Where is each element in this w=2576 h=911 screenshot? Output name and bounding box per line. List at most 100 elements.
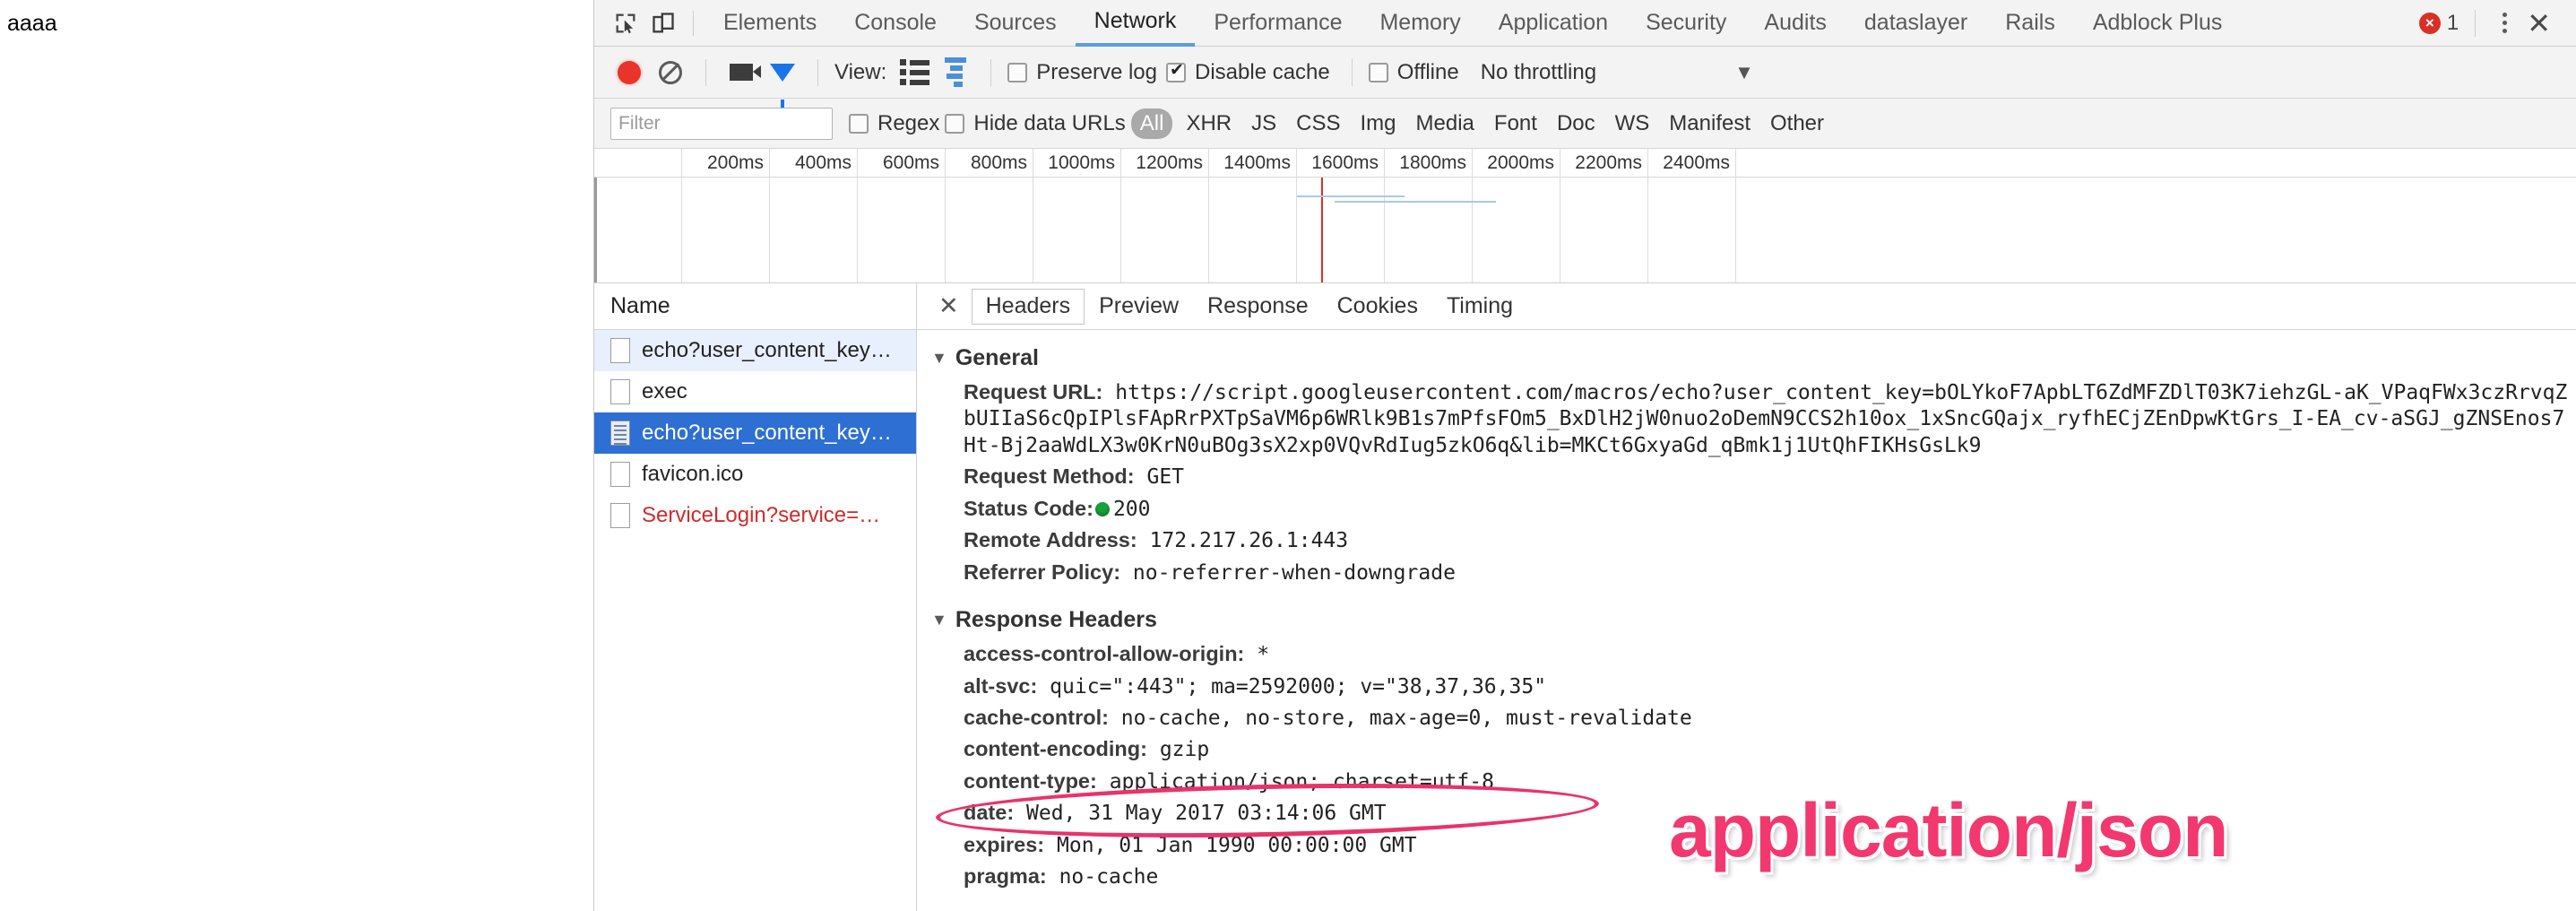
tabstrip-divider: [693, 10, 694, 36]
page-background-text: aaaa: [7, 11, 57, 36]
throttling-select-value[interactable]: No throttling: [1481, 60, 1596, 85]
tab-rails[interactable]: Rails: [1986, 0, 2074, 47]
filter-type-css[interactable]: CSS: [1286, 109, 1350, 138]
tab-audits[interactable]: Audits: [1745, 0, 1845, 47]
filter-type-font[interactable]: Font: [1484, 109, 1547, 138]
tick-label: 400ms: [794, 152, 851, 173]
list-view-icon[interactable]: [895, 54, 933, 91]
tick-label: 2000ms: [1487, 152, 1554, 173]
response-header-row-date: date: Wed, 31 May 2017 03:14:06 GMT: [917, 797, 2576, 829]
filter-type-doc[interactable]: Doc: [1547, 109, 1605, 138]
request-row-4[interactable]: favicon.ico: [594, 454, 916, 495]
blank-file-icon: [610, 379, 630, 404]
tab-dataslayer[interactable]: dataslayer: [1846, 0, 1986, 47]
request-name: echo?user_content_key…: [642, 421, 892, 445]
tab-label: Sources: [973, 10, 1057, 35]
filter-type-js[interactable]: JS: [1241, 109, 1286, 138]
response-header-row-access-control-allow-origin: access-control-allow-origin: *: [917, 638, 2576, 670]
header-name: date:: [964, 801, 1015, 825]
header-value: application/json; charset=utf-8: [1109, 769, 1494, 794]
waterfall-view-icon[interactable]: [937, 54, 974, 91]
tab-adblock-plus[interactable]: Adblock Plus: [2074, 0, 2242, 47]
devtools-window: Elements Console Sources Network Perform…: [593, 0, 2576, 911]
offline-checkbox[interactable]: Offline: [1368, 60, 1459, 85]
blank-file-icon: [610, 462, 630, 487]
overview-ticks: 200ms 400ms 600ms 800ms 1000ms 1200ms 14…: [594, 149, 2576, 282]
disable-cache-checkbox[interactable]: Disable cache: [1166, 60, 1330, 85]
header-name: alt-svc:: [964, 673, 1038, 698]
request-list-column-header[interactable]: Name: [594, 283, 916, 330]
request-name: favicon.ico: [642, 462, 744, 486]
tab-label: Adblock Plus: [2092, 10, 2223, 35]
tab-console[interactable]: Console: [835, 0, 955, 47]
tab-security[interactable]: Security: [1627, 0, 1745, 47]
dom-content-loaded-marker: [1321, 178, 1323, 282]
header-name: content-type:: [964, 768, 1097, 793]
checkbox-box: [1007, 62, 1028, 82]
close-icon[interactable]: ✕: [926, 294, 972, 318]
tick-label: 600ms: [882, 152, 939, 173]
checkbox-box: [849, 113, 869, 134]
details-tab-label: Headers: [985, 293, 1071, 318]
more-vertical-icon[interactable]: [2492, 7, 2518, 39]
details-tab-label: Preview: [1099, 293, 1180, 318]
error-icon: ×: [2418, 12, 2441, 34]
tabstrip-right-controls: × 1 ✕: [2418, 7, 2576, 39]
filter-type-ws[interactable]: WS: [1605, 109, 1660, 138]
details-tab-preview[interactable]: Preview: [1085, 289, 1193, 325]
network-main-split: Name echo?user_content_key… exec echo?us…: [594, 283, 2576, 911]
details-tab-response[interactable]: Response: [1193, 289, 1323, 325]
toolbar-divider-3: [990, 58, 992, 86]
tab-application[interactable]: Application: [1480, 0, 1627, 47]
header-value: quic=":443"; ma=2592000; v="38,37,36,35": [1050, 674, 1547, 698]
clear-button[interactable]: [652, 54, 689, 91]
chevron-down-icon[interactable]: ▼: [1734, 61, 1754, 84]
filter-input[interactable]: [610, 107, 833, 140]
network-toolbar: View: Preserve log Disable cache Offline: [594, 47, 2576, 108]
network-overview-timeline[interactable]: 200ms 400ms 600ms 800ms 1000ms 1200ms 14…: [594, 149, 2576, 283]
tab-performance[interactable]: Performance: [1195, 0, 1361, 47]
hide-data-urls-checkbox[interactable]: Hide data URLs: [945, 111, 1126, 136]
tab-sources[interactable]: Sources: [955, 0, 1076, 47]
filter-toggle-icon[interactable]: [764, 54, 801, 108]
close-icon[interactable]: ✕: [2518, 9, 2560, 38]
load-event-bar: [1335, 201, 1496, 203]
header-value: gzip: [1159, 738, 1210, 762]
tab-memory[interactable]: Memory: [1361, 0, 1479, 47]
request-row-2[interactable]: exec: [594, 371, 916, 412]
inspect-element-icon[interactable]: [607, 4, 644, 42]
capture-screenshots-icon[interactable]: [722, 54, 761, 91]
network-filter-bar: Regex Hide data URLs All XHR JS CSS Img …: [594, 99, 2576, 149]
header-value: no-cache, no-store, max-age=0, must-reva…: [1120, 706, 1692, 730]
header-name: content-encoding:: [964, 737, 1147, 761]
details-tab-cookies[interactable]: Cookies: [1323, 289, 1432, 325]
preserve-log-checkbox[interactable]: Preserve log: [1007, 60, 1157, 85]
details-tab-headers[interactable]: Headers: [971, 288, 1085, 325]
header-value: Mon, 01 Jan 1990 00:00:00 GMT: [1057, 833, 1417, 857]
filter-type-img[interactable]: Img: [1351, 109, 1406, 138]
response-header-row-content-encoding: content-encoding: gzip: [917, 733, 2576, 765]
tab-network[interactable]: Network: [1075, 0, 1196, 47]
tab-label: Console: [854, 10, 937, 35]
filter-type-other[interactable]: Other: [1760, 109, 1834, 138]
error-count-badge[interactable]: × 1: [2418, 11, 2459, 36]
response-headers-section-header[interactable]: ▼ Response Headers: [917, 604, 2576, 638]
header-name: access-control-allow-origin:: [964, 642, 1245, 666]
request-row-3-selected[interactable]: echo?user_content_key…: [594, 412, 916, 454]
response-header-row-alt-svc: alt-svc: quic=":443"; ma=2592000; v="38,…: [917, 671, 2576, 702]
filter-type-all[interactable]: All: [1130, 108, 1173, 139]
regex-checkbox[interactable]: Regex: [849, 111, 939, 136]
request-row-1[interactable]: echo?user_content_key…: [594, 330, 916, 371]
tick-label: 2400ms: [1663, 152, 1730, 173]
record-button[interactable]: [610, 54, 648, 91]
row-label: Remote Address:: [964, 528, 1137, 552]
tab-elements[interactable]: Elements: [705, 0, 835, 47]
details-tab-timing[interactable]: Timing: [1432, 289, 1527, 325]
response-header-row-pragma: pragma: no-cache: [917, 861, 2576, 892]
request-row-5-error[interactable]: ServiceLogin?service=…: [594, 495, 916, 536]
device-toolbar-icon[interactable]: [644, 4, 682, 42]
general-section-header[interactable]: ▼ General: [917, 343, 2576, 377]
filter-type-xhr[interactable]: XHR: [1176, 109, 1241, 138]
filter-type-media[interactable]: Media: [1406, 109, 1484, 138]
filter-type-manifest[interactable]: Manifest: [1659, 109, 1760, 138]
